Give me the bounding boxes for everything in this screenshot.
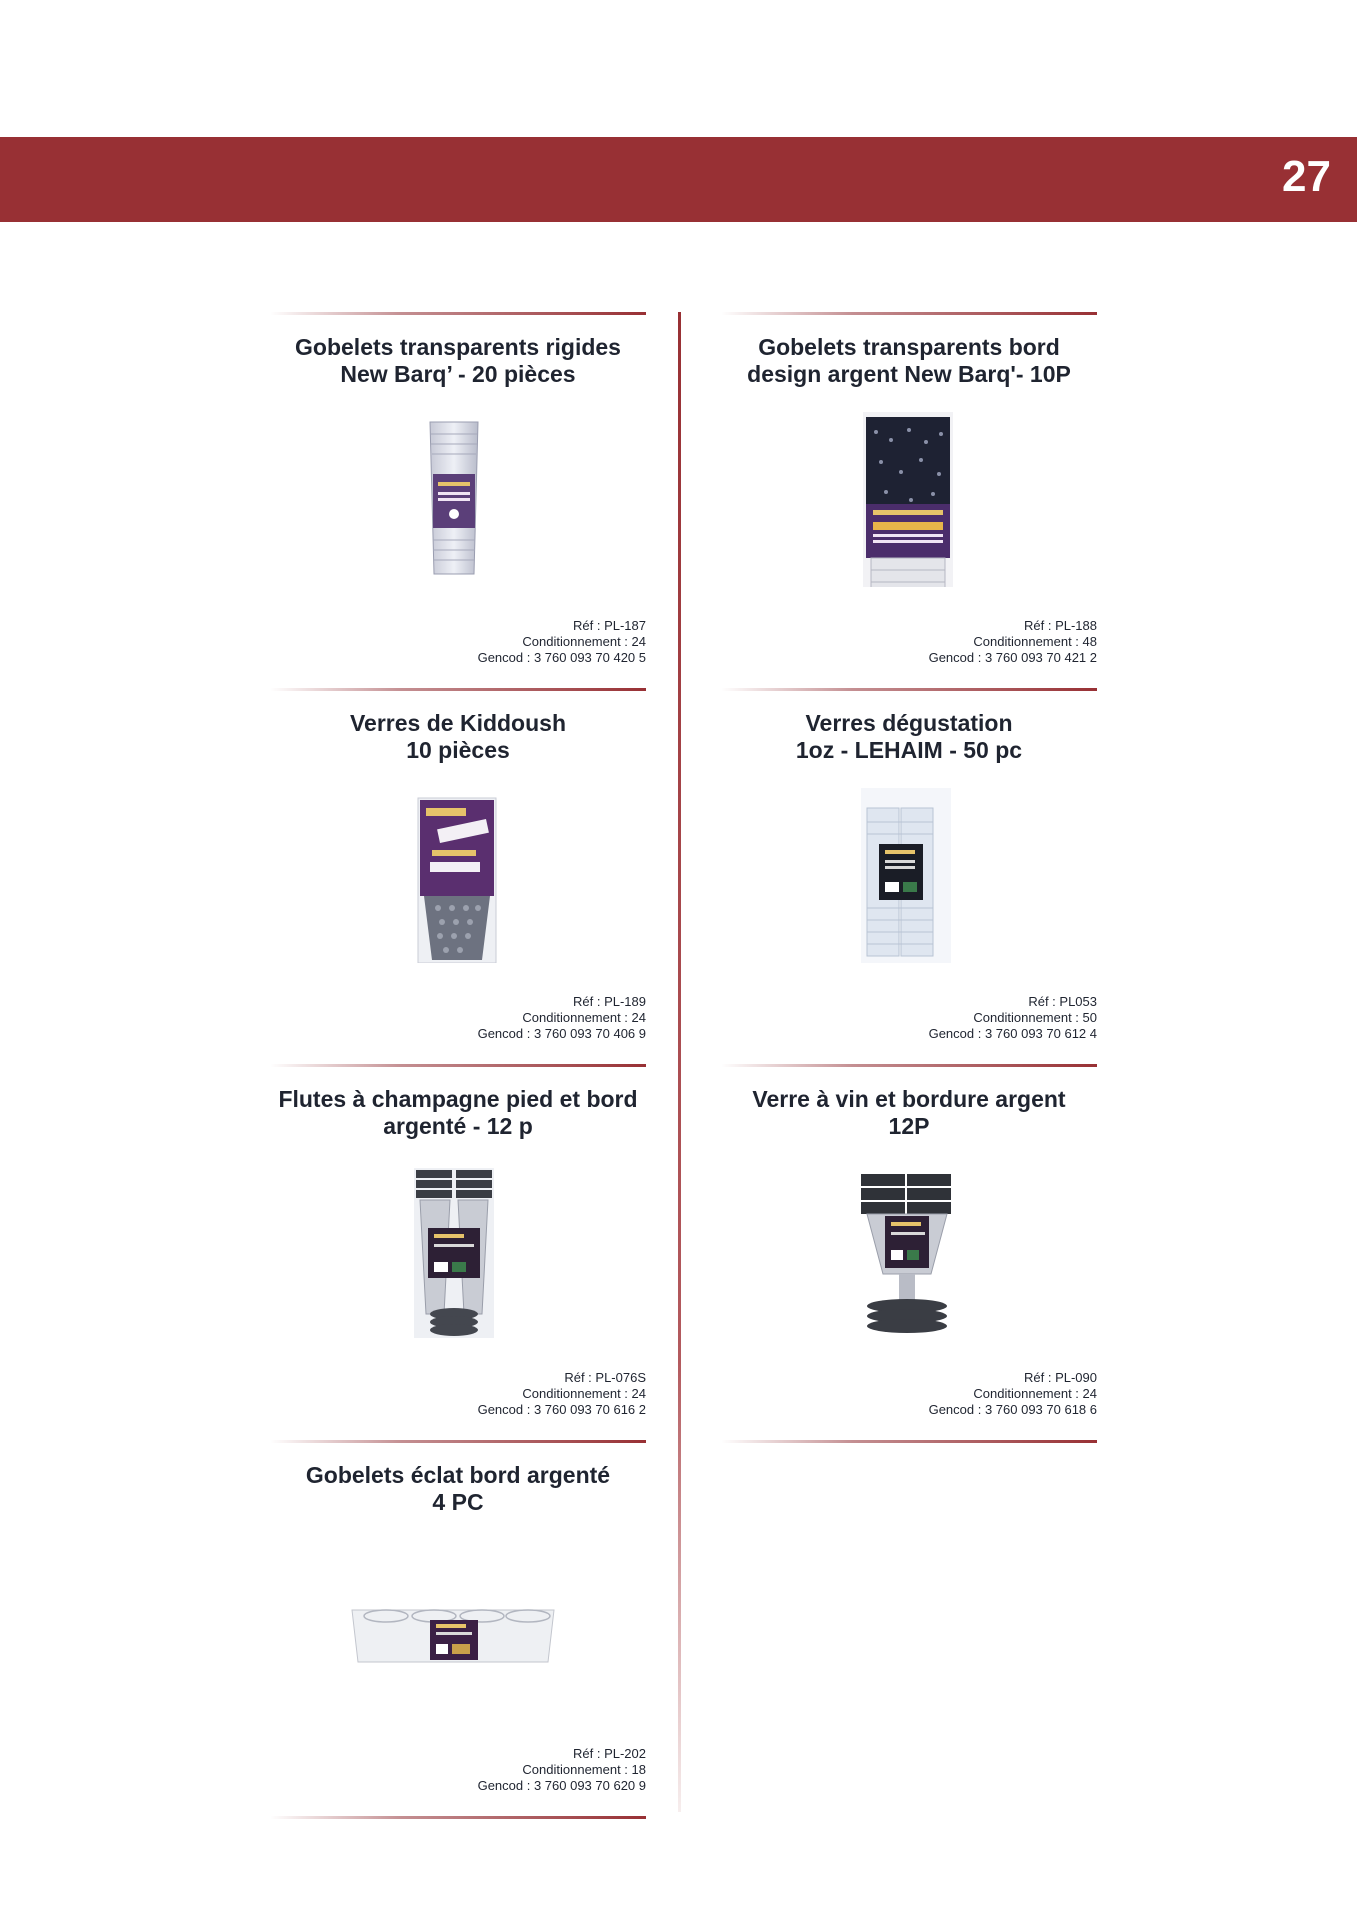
product-gencod: Gencod : 3 760 093 70 612 4 bbox=[928, 1026, 1097, 1041]
divider-rule bbox=[721, 1440, 1097, 1443]
product-gencod: Gencod : 3 760 093 70 616 2 bbox=[477, 1402, 646, 1417]
product-ref: Réf : PL053 bbox=[1028, 994, 1097, 1009]
product-ref: Réf : PL-090 bbox=[1024, 1370, 1097, 1385]
product-info: Réf : PL-189 Conditionnement : 24 Gencod… bbox=[478, 994, 646, 1042]
product-card: Gobelets éclat bord argenté 4 PC Réf : P… bbox=[270, 1440, 646, 1816]
product-gencod: Gencod : 3 760 093 70 618 6 bbox=[928, 1402, 1097, 1417]
product-ref: Réf : PL-076S bbox=[564, 1370, 646, 1385]
divider-rule bbox=[270, 1440, 646, 1443]
product-title: Flutes à champagne pied et bord argenté … bbox=[278, 1086, 638, 1139]
dark-cup-tube-image bbox=[863, 412, 953, 587]
divider-rule bbox=[721, 1064, 1097, 1067]
product-packaging: Conditionnement : 48 bbox=[973, 634, 1097, 649]
product-info: Réf : PL-076S Conditionnement : 24 Genco… bbox=[478, 1370, 646, 1418]
product-gencod: Gencod : 3 760 093 70 406 9 bbox=[477, 1026, 646, 1041]
product-card: Verres de Kiddoush 10 pièces Réf : PL-18… bbox=[270, 688, 646, 1064]
product-info: Réf : PL-188 Conditionnement : 48 Gencod… bbox=[929, 618, 1097, 666]
divider-rule bbox=[270, 688, 646, 691]
product-ref: Réf : PL-188 bbox=[1024, 618, 1097, 633]
product-card: Gobelets transparents bord design argent… bbox=[721, 312, 1097, 688]
clear-cup-stack-image bbox=[429, 421, 479, 575]
product-info: Réf : PL053 Conditionnement : 50 Gencod … bbox=[929, 994, 1097, 1042]
product-ref: Réf : PL-189 bbox=[573, 994, 646, 1009]
product-gencod: Gencod : 3 760 093 70 620 9 bbox=[477, 1778, 646, 1793]
product-gencod: Gencod : 3 760 093 70 421 2 bbox=[928, 650, 1097, 665]
product-card: Flutes à champagne pied et bord argenté … bbox=[270, 1064, 646, 1440]
shot-glass-stack-image bbox=[861, 788, 951, 963]
product-gencod: Gencod : 3 760 093 70 420 5 bbox=[477, 650, 646, 665]
header-band: 27 bbox=[0, 137, 1357, 222]
product-info: Réf : PL-187 Conditionnement : 24 Gencod… bbox=[478, 618, 646, 666]
product-info: Réf : PL-090 Conditionnement : 24 Gencod… bbox=[929, 1370, 1097, 1418]
product-title: Gobelets éclat bord argenté 4 PC bbox=[305, 1462, 611, 1515]
product-title: Gobelets transparents rigides New Barq’ … bbox=[295, 334, 621, 387]
product-packaging: Conditionnement : 24 bbox=[522, 1010, 646, 1025]
product-title: Verres de Kiddoush 10 pièces bbox=[349, 710, 566, 763]
divider-rule bbox=[721, 688, 1097, 691]
product-card: Verres dégustation 1oz - LEHAIM - 50 pc … bbox=[721, 688, 1097, 1064]
page-number: 27 bbox=[1282, 152, 1331, 201]
product-card: Gobelets transparents rigides New Barq’ … bbox=[270, 312, 646, 688]
divider-rule bbox=[721, 312, 1097, 315]
kiddoush-glass-pack-image bbox=[417, 797, 497, 963]
wine-glass-pack-image bbox=[861, 1174, 951, 1333]
product-card: Verre à vin et bordure argent 12P Réf : … bbox=[721, 1064, 1097, 1440]
product-title: Verres dégustation 1oz - LEHAIM - 50 pc bbox=[795, 710, 1023, 763]
product-ref: Réf : PL-202 bbox=[573, 1746, 646, 1761]
product-packaging: Conditionnement : 24 bbox=[522, 634, 646, 649]
divider-rule bbox=[270, 1064, 646, 1067]
product-title: Verre à vin et bordure argent 12P bbox=[752, 1086, 1066, 1139]
champagne-flute-pack-image bbox=[414, 1168, 494, 1338]
product-info: Réf : PL-202 Conditionnement : 18 Gencod… bbox=[478, 1746, 646, 1794]
divider-rule bbox=[270, 1816, 646, 1819]
product-title: Gobelets transparents bord design argent… bbox=[747, 334, 1071, 387]
column-divider bbox=[678, 312, 681, 1812]
tumbler-box-image bbox=[351, 1609, 555, 1663]
product-ref: Réf : PL-187 bbox=[573, 618, 646, 633]
product-packaging: Conditionnement : 24 bbox=[973, 1386, 1097, 1401]
divider-rule bbox=[270, 312, 646, 315]
product-packaging: Conditionnement : 50 bbox=[973, 1010, 1097, 1025]
product-packaging: Conditionnement : 18 bbox=[522, 1762, 646, 1777]
product-packaging: Conditionnement : 24 bbox=[522, 1386, 646, 1401]
